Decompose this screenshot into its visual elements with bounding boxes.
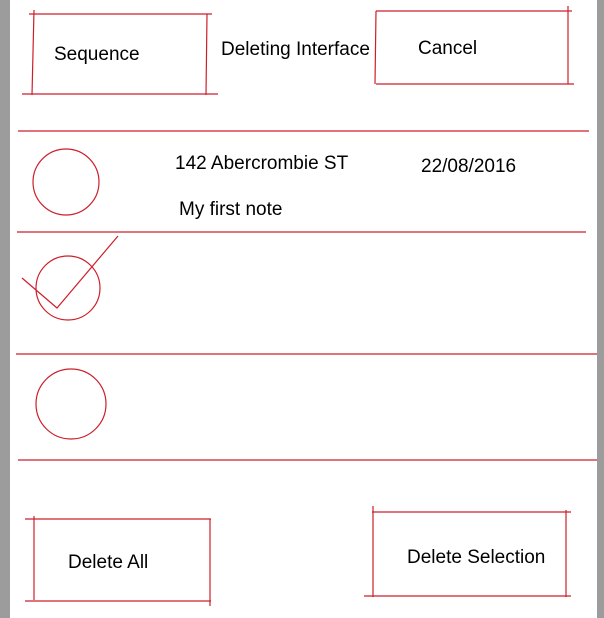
row-2-select-toggle[interactable] <box>36 256 100 320</box>
row-3-select-toggle[interactable] <box>36 369 106 439</box>
note-date: 22/08/2016 <box>421 156 517 177</box>
note-row-1[interactable] <box>17 132 587 231</box>
delete-all-button-label: Delete All <box>68 552 149 573</box>
note-row-2[interactable] <box>17 233 587 353</box>
row-1-select-toggle[interactable] <box>33 149 99 215</box>
note-text: My first note <box>179 199 283 220</box>
sequence-button-label: Sequence <box>54 44 140 65</box>
cancel-button-label: Cancel <box>418 38 478 59</box>
note-address: 142 Abercrombie ST <box>175 153 349 174</box>
page-title: Deleting Interface <box>221 39 370 60</box>
delete-selection-button-label: Delete Selection <box>407 547 546 568</box>
